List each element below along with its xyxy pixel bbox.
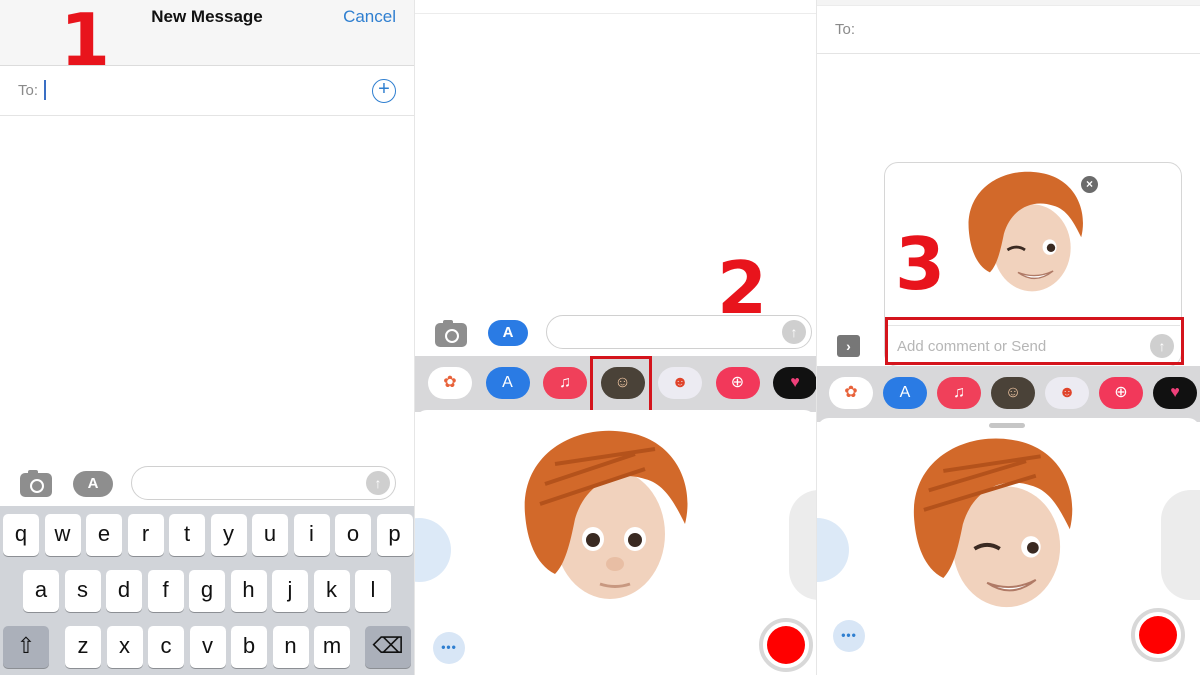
key-b[interactable]: b (231, 626, 267, 668)
key-e[interactable]: e (86, 514, 122, 556)
key-o[interactable]: o (335, 514, 371, 556)
images-search-app-icon[interactable]: ⊕ (715, 367, 760, 399)
text-caret (44, 80, 46, 100)
images-search-app-icon[interactable]: ⊕ (1099, 377, 1143, 409)
key-n[interactable]: n (272, 626, 309, 668)
camera-icon[interactable] (435, 320, 467, 347)
send-button[interactable]: ↑ (366, 471, 390, 495)
more-options-button[interactable]: ••• (433, 632, 465, 664)
key-q[interactable]: q (3, 514, 39, 556)
remove-attachment-button[interactable]: × (1081, 176, 1098, 193)
app-store-app-icon[interactable]: A (485, 367, 530, 399)
mouse-memoji-preview[interactable] (1161, 490, 1200, 600)
record-button[interactable] (1131, 608, 1185, 662)
memoji-face-wink (968, 171, 1083, 292)
photos-app-icon[interactable]: ✿ (829, 377, 873, 409)
memoji-panel: + ••• (817, 418, 1200, 675)
app-drawer: ✿ A ♫ ☺ ☻ ⊕ ♥ (817, 366, 1200, 422)
memoji-panel: + ••• (415, 410, 816, 675)
memoji-stickers-app-icon[interactable]: ☻ (658, 367, 702, 399)
key-g[interactable]: g (189, 570, 225, 612)
key-j[interactable]: j (272, 570, 308, 612)
new-memoji-button[interactable]: + (415, 518, 451, 582)
record-button[interactable] (759, 618, 813, 672)
key-d[interactable]: d (106, 570, 142, 612)
key-p[interactable]: p (376, 514, 413, 556)
add-contact-button[interactable]: + (372, 79, 396, 103)
more-options-button[interactable]: ••• (833, 620, 865, 652)
memoji-face-wink-large[interactable] (902, 432, 1082, 612)
message-input[interactable]: ↑ (546, 315, 812, 349)
digital-touch-app-icon[interactable]: ♥ (1153, 377, 1197, 409)
cancel-button[interactable]: Cancel (343, 7, 396, 27)
key-x[interactable]: x (106, 626, 143, 668)
key-w[interactable]: w (44, 514, 81, 556)
key-l[interactable]: l (355, 570, 391, 612)
mouse-memoji-preview[interactable] (789, 490, 816, 600)
key-f[interactable]: f (147, 570, 184, 612)
send-button[interactable]: ↑ (782, 320, 806, 344)
key-z[interactable]: z (65, 626, 101, 668)
shift-key[interactable]: ⇧ (3, 626, 49, 668)
music-app-icon[interactable]: ♫ (937, 377, 981, 409)
key-k[interactable]: k (313, 570, 350, 612)
panel-step-3: To: × 3 Add comment or Send ↑ › ✿ A ♫ ☺ ☻ ⊕ ♥ … (816, 0, 1200, 675)
key-u[interactable]: u (252, 514, 288, 556)
key-t[interactable]: t (169, 514, 205, 556)
key-m[interactable]: m (314, 626, 350, 668)
key-s[interactable]: s (64, 570, 101, 612)
to-field[interactable]: To: (817, 6, 1200, 54)
drag-handle[interactable] (989, 423, 1025, 428)
digital-touch-app-icon[interactable]: ♥ (773, 367, 816, 399)
key-i[interactable]: i (293, 514, 330, 556)
panel-step-2: 2 A ↑ ✿A♫☺☻⊕♥ + ••• (414, 0, 816, 675)
key-r[interactable]: r (127, 514, 164, 556)
key-v[interactable]: v (189, 626, 226, 668)
key-a[interactable]: a (23, 570, 59, 612)
music-app-icon[interactable]: ♫ (543, 367, 587, 399)
memoji-app-icon[interactable]: ☺ (991, 377, 1035, 409)
panel-step-1: New Message Cancel To: + 1 A ↑ qwertyuio… (0, 0, 414, 675)
to-label: To: (835, 21, 856, 38)
app-store-app-icon[interactable]: A (883, 377, 927, 409)
key-y[interactable]: y (210, 514, 247, 556)
delete-key[interactable]: ⌫ (365, 626, 411, 668)
comment-highlight-box (885, 317, 1184, 365)
step-number-1: 1 (60, 0, 111, 82)
expand-toolbar-button[interactable]: › (837, 335, 860, 357)
keyboard: q w e r t y u i o p a s d f g h j k l z x c v b n m ⇧ ⌫ (0, 506, 414, 675)
composer-row: A ↑ (0, 465, 414, 505)
new-memoji-button[interactable]: + (817, 518, 849, 582)
memoji-stickers-app-icon[interactable]: ☻ (1045, 377, 1089, 409)
photos-app-icon[interactable]: ✿ (428, 367, 472, 399)
key-c[interactable]: c (148, 626, 184, 668)
app-store-icon[interactable]: A (488, 320, 528, 346)
composer-row: A ↑ (415, 313, 816, 353)
app-store-icon[interactable]: A (73, 471, 113, 497)
key-h[interactable]: h (230, 570, 267, 612)
header-strip (415, 0, 816, 14)
message-input[interactable]: ↑ (131, 466, 396, 500)
step-number-3: 3 (895, 222, 946, 306)
memoji-face-neutral[interactable] (515, 424, 695, 609)
to-label: To: (18, 82, 39, 99)
camera-icon[interactable] (20, 470, 52, 497)
plus-circle-icon: + (378, 78, 390, 100)
